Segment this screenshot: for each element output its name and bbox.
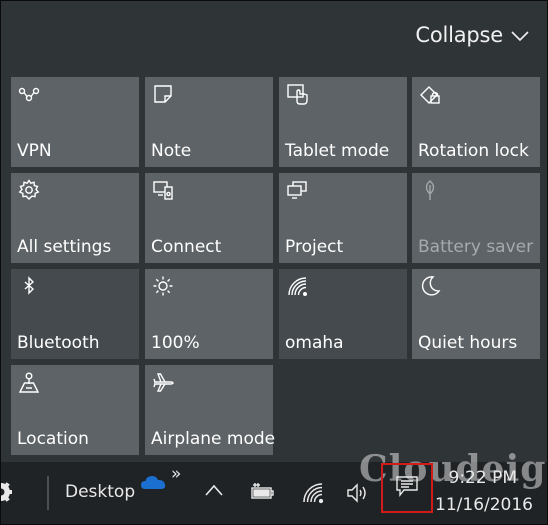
tile-label: Bluetooth <box>17 333 100 353</box>
clock-time[interactable]: 9:22 PM <box>449 468 518 488</box>
tile-label: Project <box>285 237 344 257</box>
action-center-icon <box>395 475 419 501</box>
tile-label: Rotation lock <box>418 141 529 161</box>
moon-icon <box>419 275 441 297</box>
tile-quiet-hours[interactable]: Quiet hours <box>412 269 540 359</box>
connect-icon <box>152 179 174 201</box>
tile-rotation-lock[interactable]: Rotation lock <box>412 77 540 167</box>
chevron-down-icon <box>511 23 529 47</box>
tile-label: Battery saver <box>418 237 534 257</box>
rotation-lock-icon <box>419 83 441 105</box>
location-icon <box>18 371 40 393</box>
action-center-window: Collapse VPN Note Tablet mode Rotation l… <box>0 0 548 525</box>
toolbar-overflow-chevron[interactable]: » <box>171 464 181 484</box>
desktop-toolbar-label[interactable]: Desktop <box>65 482 135 502</box>
tile-note[interactable]: Note <box>145 77 273 167</box>
airplane-icon <box>152 371 174 393</box>
battery-icon[interactable] <box>249 482 275 500</box>
vpn-icon <box>18 83 40 105</box>
battery-saver-icon <box>419 179 441 201</box>
action-center-button[interactable] <box>381 463 433 513</box>
tile-label: Airplane mode <box>151 429 276 449</box>
clock-date[interactable]: 11/16/2016 <box>435 495 533 515</box>
tablet-mode-icon <box>286 83 308 105</box>
tile-label: Quiet hours <box>418 333 518 353</box>
tile-brightness[interactable]: 100% <box>145 269 273 359</box>
brightness-icon <box>152 275 174 297</box>
tile-label: All settings <box>17 237 112 257</box>
collapse-button[interactable]: Collapse <box>415 23 529 47</box>
wifi-icon[interactable] <box>302 482 324 504</box>
collapse-label: Collapse <box>415 23 503 47</box>
tile-vpn[interactable]: VPN <box>11 77 139 167</box>
tile-label: Location <box>17 429 89 449</box>
tile-location[interactable]: Location <box>11 365 139 455</box>
onedrive-icon[interactable] <box>141 474 167 490</box>
tile-label: Tablet mode <box>285 141 390 161</box>
chevron-up-icon[interactable] <box>205 484 223 496</box>
tile-tablet-mode[interactable]: Tablet mode <box>279 77 407 167</box>
tile-label: omaha <box>285 333 344 353</box>
gear-icon <box>18 179 40 201</box>
tile-airplane-mode[interactable]: Airplane mode <box>145 365 276 455</box>
taskbar: Desktop » Cloudeig 9:22 PM 11/16/2016 <box>1 448 547 524</box>
tile-network[interactable]: omaha <box>279 269 407 359</box>
separator <box>47 476 49 510</box>
tile-battery-saver[interactable]: Battery saver <box>412 173 540 263</box>
bluetooth-icon <box>18 275 40 297</box>
tile-connect[interactable]: Connect <box>145 173 273 263</box>
tile-label: Note <box>151 141 192 161</box>
settings-gear-icon[interactable] <box>1 480 15 504</box>
wifi-icon <box>286 275 308 297</box>
tile-label: Connect <box>151 237 222 257</box>
tile-label: 100% <box>151 333 200 353</box>
tile-bluetooth[interactable]: Bluetooth <box>11 269 139 359</box>
tile-all-settings[interactable]: All settings <box>11 173 139 263</box>
note-icon <box>152 83 174 105</box>
tile-label: VPN <box>17 141 52 161</box>
tile-project[interactable]: Project <box>279 173 407 263</box>
project-icon <box>286 179 308 201</box>
